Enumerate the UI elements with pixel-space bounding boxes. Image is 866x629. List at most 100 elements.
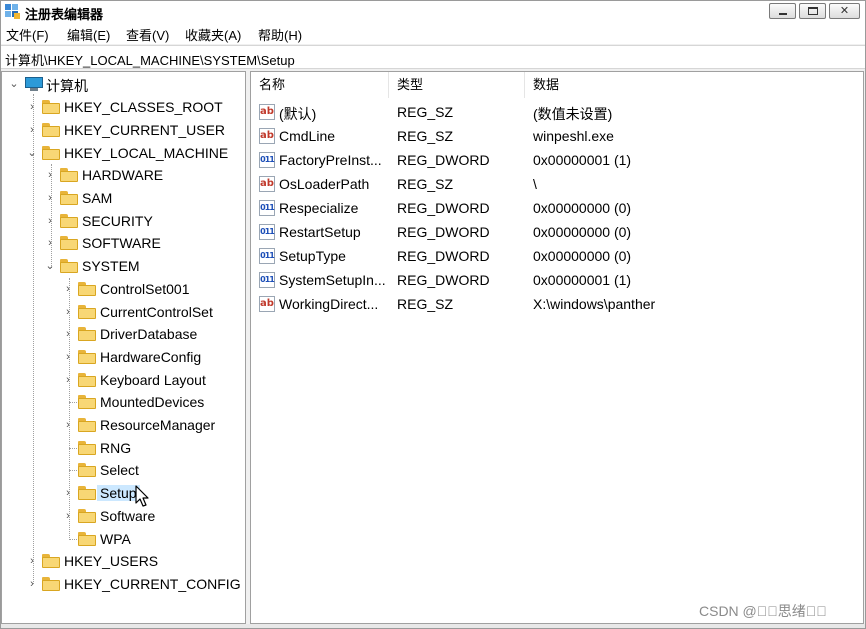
folder-icon bbox=[78, 327, 96, 341]
string-value-icon: ab bbox=[259, 296, 275, 312]
folder-icon bbox=[42, 146, 60, 160]
folder-icon bbox=[42, 554, 60, 568]
binary-value-icon: 011 bbox=[259, 200, 275, 216]
tree-connector bbox=[69, 448, 77, 449]
key-tree-pane[interactable]: ⌄ 计算机 › HKEY_CLASSES_ROOT › HKEY_CURRENT… bbox=[1, 71, 246, 624]
tree-node-label: 计算机 bbox=[46, 78, 88, 94]
chevron-right-icon[interactable]: › bbox=[62, 418, 74, 432]
tree-node-label: HKEY_LOCAL_MACHINE bbox=[64, 145, 229, 161]
chevron-right-icon[interactable]: › bbox=[62, 282, 74, 296]
title-bar[interactable]: 注册表编辑器 ✕ bbox=[1, 1, 865, 22]
folder-icon bbox=[42, 577, 60, 591]
value-data: winpeshl.exe bbox=[533, 128, 614, 144]
tree-connector bbox=[33, 94, 34, 584]
chevron-down-icon[interactable]: ⌄ bbox=[8, 77, 20, 91]
string-value-icon: ab bbox=[259, 176, 275, 192]
value-data: \ bbox=[533, 176, 537, 192]
maximize-button[interactable] bbox=[799, 3, 826, 19]
chevron-down-icon[interactable]: ⌄ bbox=[26, 146, 38, 160]
value-name: SetupType bbox=[279, 248, 346, 264]
chevron-right-icon[interactable]: › bbox=[62, 373, 74, 387]
tree-node-label: DriverDatabase bbox=[100, 326, 198, 342]
binary-value-icon: 011 bbox=[259, 272, 275, 288]
minimize-button[interactable] bbox=[769, 3, 796, 19]
value-row[interactable]: 011 SetupType REG_DWORD 0x00000000 (0) bbox=[251, 244, 863, 268]
chevron-right-icon[interactable]: › bbox=[44, 214, 56, 228]
folder-icon bbox=[60, 168, 78, 182]
value-row[interactable]: ab (默认) REG_SZ (数值未设置) bbox=[251, 100, 863, 124]
folder-icon bbox=[60, 214, 78, 228]
tree-connector bbox=[69, 539, 77, 540]
column-header-name[interactable]: 名称 bbox=[251, 72, 389, 98]
menu-help[interactable]: 帮助(H) bbox=[258, 25, 302, 44]
value-name: SystemSetupIn... bbox=[279, 272, 386, 288]
value-row[interactable]: 011 FactoryPreInst... REG_DWORD 0x000000… bbox=[251, 148, 863, 172]
chevron-right-icon[interactable]: › bbox=[62, 305, 74, 319]
value-type: REG_DWORD bbox=[397, 248, 490, 264]
value-row[interactable]: 011 Respecialize REG_DWORD 0x00000000 (0… bbox=[251, 196, 863, 220]
chevron-right-icon[interactable]: › bbox=[26, 554, 38, 568]
menu-view[interactable]: 查看(V) bbox=[126, 25, 169, 44]
tree-node-label: Setup bbox=[97, 485, 140, 501]
folder-icon bbox=[78, 395, 96, 409]
close-icon: ✕ bbox=[839, 5, 850, 17]
folder-icon bbox=[78, 418, 96, 432]
value-row[interactable]: 011 RestartSetup REG_DWORD 0x00000000 (0… bbox=[251, 220, 863, 244]
menu-file[interactable]: 文件(F) bbox=[6, 25, 49, 44]
value-row[interactable]: 011 SystemSetupIn... REG_DWORD 0x0000000… bbox=[251, 268, 863, 292]
value-row[interactable]: ab CmdLine REG_SZ winpeshl.exe bbox=[251, 124, 863, 148]
value-type: REG_DWORD bbox=[397, 200, 490, 216]
value-name: FactoryPreInst... bbox=[279, 152, 382, 168]
folder-icon bbox=[78, 532, 96, 546]
tree-node-label: HARDWARE bbox=[82, 167, 164, 183]
value-list-pane[interactable]: 名称 类型 数据 ab (默认) REG_SZ (数值未设置) ab CmdLi… bbox=[250, 71, 864, 624]
chevron-right-icon[interactable]: › bbox=[62, 350, 74, 364]
chevron-right-icon[interactable]: › bbox=[26, 123, 38, 137]
column-header-data[interactable]: 数据 bbox=[525, 72, 845, 98]
value-name: WorkingDirect... bbox=[279, 296, 379, 312]
chevron-right-icon[interactable]: › bbox=[26, 100, 38, 114]
binary-value-icon: 011 bbox=[259, 248, 275, 264]
folder-icon bbox=[78, 486, 96, 500]
tree-node-label: Select bbox=[100, 462, 139, 478]
menu-edit[interactable]: 编辑(E) bbox=[67, 25, 110, 44]
tree-node-label: HKEY_CURRENT_CONFIG bbox=[64, 576, 241, 592]
chevron-right-icon[interactable]: › bbox=[44, 191, 56, 205]
chevron-right-icon[interactable]: › bbox=[62, 327, 74, 341]
folder-icon bbox=[78, 441, 96, 455]
menu-bar: 文件(F) 编辑(E) 查看(V) 收藏夹(A) 帮助(H) bbox=[1, 22, 865, 44]
tree-node-label: SAM bbox=[82, 190, 113, 206]
value-row[interactable]: ab WorkingDirect... REG_SZ X:\windows\pa… bbox=[251, 292, 863, 316]
value-type: REG_SZ bbox=[397, 296, 454, 312]
value-row[interactable]: ab OsLoaderPath REG_SZ \ bbox=[251, 172, 863, 196]
chevron-right-icon[interactable]: › bbox=[62, 486, 74, 500]
list-header: 名称 类型 数据 bbox=[251, 72, 863, 98]
folder-icon bbox=[78, 509, 96, 523]
folder-icon bbox=[60, 191, 78, 205]
address-bar[interactable]: 计算机\HKEY_LOCAL_MACHINE\SYSTEM\Setup bbox=[1, 45, 865, 69]
value-name: (默认) bbox=[279, 106, 317, 122]
close-button[interactable]: ✕ bbox=[829, 3, 860, 19]
tree-node-label: HKEY_CURRENT_USER bbox=[64, 122, 226, 138]
tree-connector bbox=[69, 470, 77, 471]
value-name: OsLoaderPath bbox=[279, 176, 370, 192]
value-name: Respecialize bbox=[279, 200, 359, 216]
chevron-right-icon[interactable]: › bbox=[44, 236, 56, 250]
chevron-right-icon[interactable]: › bbox=[26, 577, 38, 591]
minimize-icon bbox=[779, 13, 787, 15]
column-header-type[interactable]: 类型 bbox=[389, 72, 525, 98]
folder-icon bbox=[42, 100, 60, 114]
tree-node-label: HardwareConfig bbox=[100, 349, 202, 365]
address-path[interactable]: 计算机\HKEY_LOCAL_MACHINE\SYSTEM\Setup bbox=[5, 50, 295, 69]
chevron-right-icon[interactable]: › bbox=[44, 168, 56, 182]
value-name: CmdLine bbox=[279, 128, 336, 144]
maximize-icon bbox=[808, 7, 818, 15]
string-value-icon: ab bbox=[259, 104, 275, 120]
folder-icon bbox=[78, 350, 96, 364]
value-type: REG_SZ bbox=[397, 128, 454, 144]
chevron-down-icon[interactable]: ⌄ bbox=[44, 259, 56, 273]
string-value-icon: ab bbox=[259, 128, 275, 144]
value-data: 0x00000001 (1) bbox=[533, 152, 632, 168]
menu-favorites[interactable]: 收藏夹(A) bbox=[185, 25, 241, 44]
chevron-right-icon[interactable]: › bbox=[62, 509, 74, 523]
